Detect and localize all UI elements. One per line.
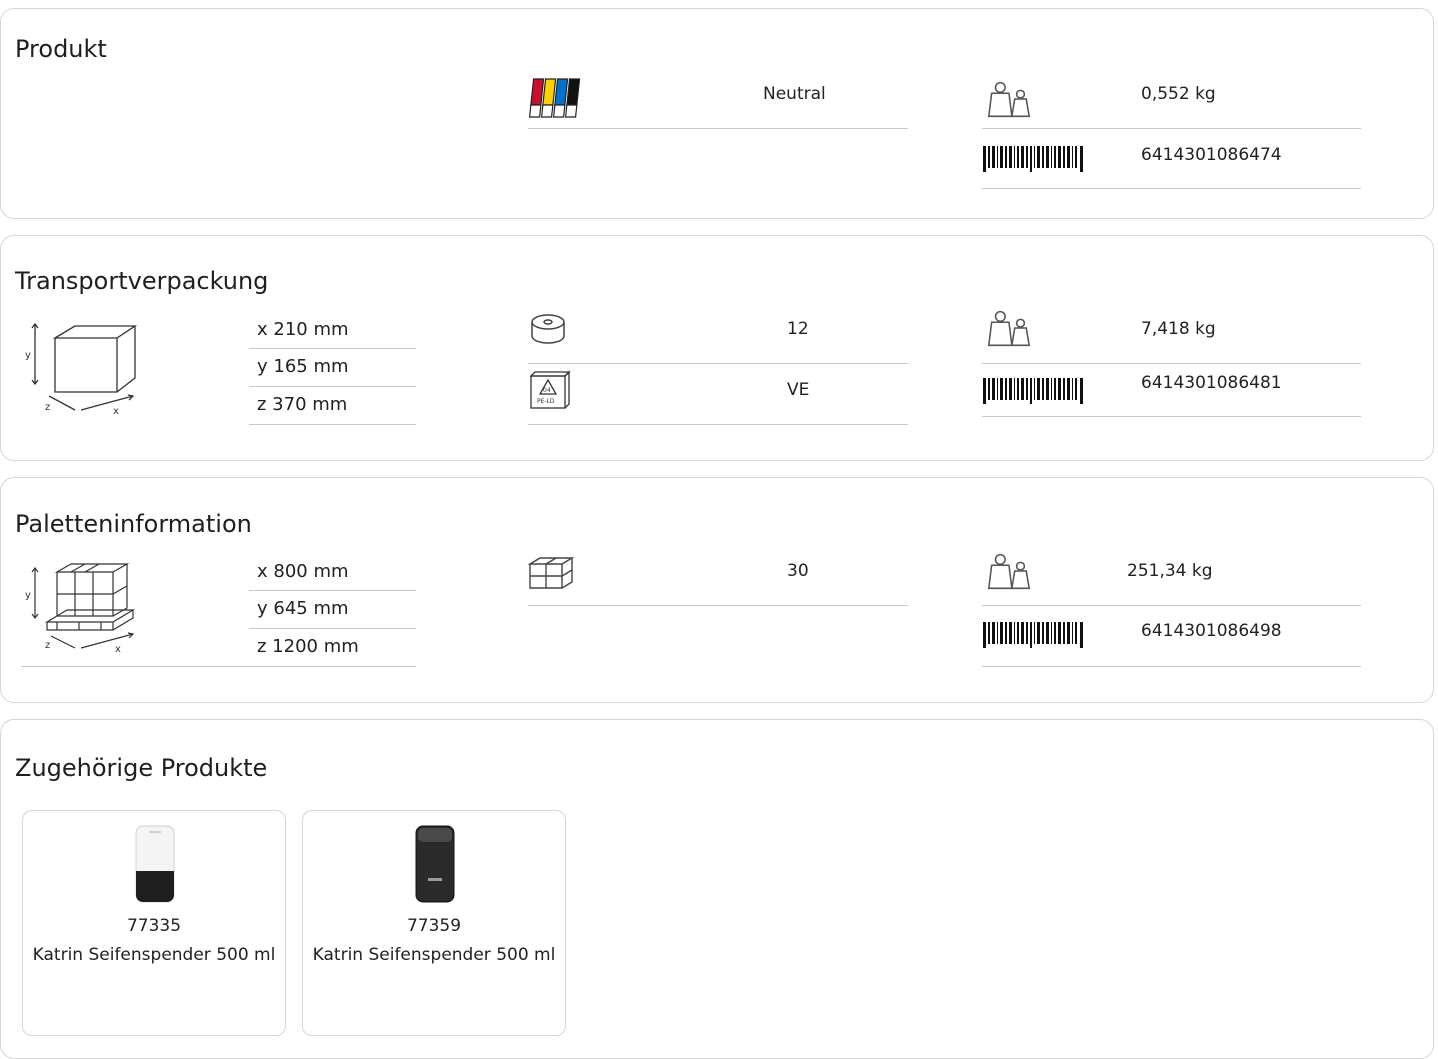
pallet-dimensions-icon: y z x: [21, 562, 145, 662]
divider: [249, 348, 416, 349]
divider: [528, 424, 908, 425]
soap-dispenser-black-image: [415, 825, 455, 907]
divider: [249, 628, 416, 629]
divider: [982, 605, 1361, 606]
transport-dim-z: z 370 mm: [257, 394, 348, 415]
svg-text:x: x: [115, 644, 121, 655]
related-product-card[interactable]: 77359 Katrin Seifenspender 500 ml: [302, 810, 566, 1036]
palette-dim-y: y 645 mm: [257, 598, 349, 619]
color-pens-icon: [528, 75, 584, 125]
produkt-title: Produkt: [15, 35, 107, 63]
divider: [528, 128, 908, 129]
barcode-icon: [983, 378, 1083, 408]
soap-dispenser-white-image: [135, 825, 175, 907]
divider: [982, 416, 1361, 417]
produkt-card: Produkt Neutral 0,552 kg 6414301086474: [0, 8, 1434, 219]
transport-quantity: 12: [787, 319, 809, 339]
svg-text:y: y: [25, 350, 31, 361]
related-title: Zugehörige Produkte: [15, 754, 268, 782]
weight-icon: [983, 551, 1033, 595]
product-ean: 6414301086474: [1141, 145, 1282, 165]
divider: [249, 386, 416, 387]
divider: [249, 590, 416, 591]
related-product-name[interactable]: Katrin Seifenspender 500 ml: [309, 944, 559, 966]
divider: [528, 605, 908, 606]
palette-card: Paletteninformation y z x x 800 mm y 645…: [0, 477, 1434, 703]
related-product-card[interactable]: 77335 Katrin Seifenspender 500 ml: [22, 810, 286, 1036]
divider: [982, 666, 1361, 667]
transport-ean: 6414301086481: [1141, 373, 1282, 393]
product-weight: 0,552 kg: [1141, 84, 1216, 104]
svg-text:PE-LD: PE-LD: [537, 398, 555, 405]
roll-icon: [528, 312, 568, 350]
palette-dim-z: z 1200 mm: [257, 636, 359, 657]
transport-unit: VE: [787, 380, 810, 400]
svg-text:z: z: [45, 640, 50, 651]
related-product-code: 77359: [406, 916, 462, 936]
svg-text:z: z: [45, 402, 50, 413]
divider: [982, 128, 1361, 129]
weight-icon: [983, 308, 1033, 352]
divider: [982, 188, 1361, 189]
palette-title: Paletteninformation: [15, 510, 252, 538]
boxes-icon: [527, 556, 576, 594]
barcode-icon: [983, 146, 1083, 176]
svg-text:y: y: [25, 590, 31, 601]
divider: [528, 363, 908, 364]
transport-title: Transportverpackung: [15, 267, 269, 295]
barcode-icon: [983, 622, 1083, 652]
recycle-pe-ld-icon: 04 PE-LD: [528, 369, 572, 415]
palette-ean: 6414301086498: [1141, 621, 1282, 641]
transport-dim-x: x 210 mm: [257, 319, 349, 340]
divider: [21, 666, 416, 667]
divider: [249, 424, 416, 425]
svg-text:x: x: [113, 406, 119, 416]
divider: [982, 363, 1361, 364]
color-label: Neutral: [763, 84, 826, 104]
transport-card: Transportverpackung y z x x 210 mm y 165…: [0, 235, 1434, 461]
palette-boxes: 30: [787, 561, 809, 581]
palette-dim-x: x 800 mm: [257, 561, 349, 582]
related-product-code: 77335: [126, 916, 182, 936]
svg-text:04: 04: [543, 387, 551, 394]
transport-dim-y: y 165 mm: [257, 356, 349, 377]
related-product-name[interactable]: Katrin Seifenspender 500 ml: [29, 944, 279, 966]
box-dimensions-icon: y z x: [21, 318, 145, 420]
weight-icon: [983, 79, 1033, 123]
palette-weight: 251,34 kg: [1127, 561, 1213, 581]
transport-weight: 7,418 kg: [1141, 319, 1216, 339]
